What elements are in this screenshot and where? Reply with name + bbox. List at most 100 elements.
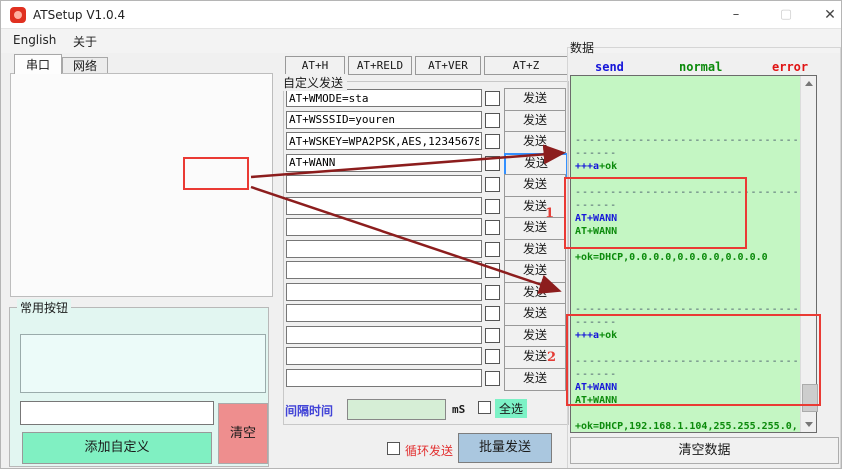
loop-send-checkbox[interactable] (387, 442, 400, 455)
log-line (575, 277, 800, 290)
scroll-down-icon[interactable] (801, 417, 817, 432)
select-all-checkbox[interactable] (478, 401, 491, 414)
command-input[interactable] (286, 197, 482, 215)
data-log-area[interactable]: --------------------------------------++… (570, 75, 817, 433)
command-input[interactable] (286, 240, 482, 258)
log-line (575, 108, 800, 121)
custom-send-row: 发送 (284, 154, 569, 175)
log-scrollbar[interactable] (800, 76, 816, 432)
send-button[interactable]: 发送 (504, 282, 566, 305)
tab-network[interactable]: 网络 (62, 57, 108, 74)
app-window: ATSetup V1.0.4 – ▢ ✕ English 关于 串口 网络 串口… (0, 0, 842, 469)
scroll-up-icon[interactable] (801, 76, 817, 91)
command-input[interactable] (286, 304, 482, 322)
custom-send-title: 自定义发送 (283, 74, 347, 91)
row-checkbox[interactable] (485, 328, 500, 343)
loop-send-label: 循环发送 (405, 442, 453, 459)
command-input[interactable] (286, 326, 482, 344)
clear-button[interactable]: 清空 (218, 403, 268, 464)
send-button[interactable]: 发送 (504, 260, 566, 283)
log-line: +ok=DHCP,0.0.0.0,0.0.0.0,0.0.0.0 (575, 251, 800, 264)
command-input[interactable] (286, 369, 482, 387)
row-checkbox[interactable] (485, 285, 500, 300)
command-input[interactable] (286, 175, 482, 193)
row-checkbox[interactable] (485, 134, 500, 149)
log-line: +++a+ok (575, 160, 800, 173)
data-log-text: --------------------------------------++… (575, 95, 800, 433)
close-button[interactable]: ✕ (808, 1, 842, 29)
custom-send-row: 发送 (284, 326, 569, 347)
log-line (575, 290, 800, 303)
custom-send-row: 发送 (284, 261, 569, 282)
send-button[interactable]: 发送 (504, 88, 566, 111)
row-checkbox[interactable] (485, 349, 500, 364)
command-input[interactable] (286, 89, 482, 107)
serial-tab-page (10, 73, 273, 297)
send-button[interactable]: 发送 (504, 110, 566, 133)
custom-send-row: 发送 (284, 369, 569, 390)
custom-send-row: 发送 (284, 283, 569, 304)
command-input[interactable] (286, 347, 482, 365)
log-line: +ok=DHCP,192.168.1.104,255.255.255.0,192… (575, 420, 800, 433)
send-button[interactable]: 发送 (504, 325, 566, 348)
common-buttons-list[interactable] (20, 334, 266, 393)
log-line: AT+WANN (575, 394, 800, 407)
row-checkbox[interactable] (485, 156, 500, 171)
row-checkbox[interactable] (485, 113, 500, 128)
minimize-button[interactable]: – (714, 1, 758, 29)
custom-send-row: 发送 (284, 304, 569, 325)
send-button[interactable]: 发送 (504, 217, 566, 240)
interval-input[interactable] (347, 399, 446, 420)
legend-normal: normal (679, 60, 722, 74)
menu-item-english[interactable]: English (13, 33, 56, 47)
row-checkbox[interactable] (485, 177, 500, 192)
batch-send-button[interactable]: 批量发送 (458, 433, 552, 463)
command-input[interactable] (286, 283, 482, 301)
send-button[interactable]: 发送 (504, 303, 566, 326)
custom-send-row: 发送 (284, 132, 569, 153)
row-checkbox[interactable] (485, 242, 500, 257)
custom-send-row: 发送 (284, 240, 569, 261)
menu-item-about[interactable]: 关于 (73, 33, 97, 50)
clear-data-button[interactable]: 清空数据 (570, 437, 839, 464)
command-input[interactable] (286, 154, 482, 172)
log-line: AT+WANN (575, 381, 800, 394)
legend-error: error (772, 60, 808, 74)
log-line (575, 173, 800, 186)
send-button[interactable]: 发送 (504, 174, 566, 197)
command-input[interactable] (286, 111, 482, 129)
select-all-label: 全选 (495, 399, 527, 418)
command-input[interactable] (286, 218, 482, 236)
log-line (575, 264, 800, 277)
row-checkbox[interactable] (485, 220, 500, 235)
command-input[interactable] (286, 261, 482, 279)
send-button[interactable]: 发送 (504, 196, 566, 219)
log-line (575, 95, 800, 108)
custom-send-row: 发送 (284, 197, 569, 218)
interval-label: 间隔时间 (285, 402, 333, 419)
row-checkbox[interactable] (485, 263, 500, 278)
data-panel-title: 数据 (570, 39, 594, 56)
command-input[interactable] (286, 132, 482, 150)
tab-serial[interactable]: 串口 (14, 54, 62, 74)
send-button[interactable]: 发送 (504, 368, 566, 391)
common-buttons-title: 常用按钮 (17, 299, 71, 316)
log-line: +++a+ok (575, 329, 800, 342)
scrollbar-thumb[interactable] (802, 384, 818, 412)
window-title: ATSetup V1.0.4 (33, 8, 125, 22)
new-button-input[interactable] (20, 401, 214, 425)
row-checkbox[interactable] (485, 91, 500, 106)
send-button[interactable]: 发送 (504, 131, 566, 154)
send-button[interactable]: 发送 (504, 346, 566, 369)
legend-send: send (595, 60, 624, 74)
custom-send-row: 发送 (284, 89, 569, 110)
send-button[interactable]: 发送 (504, 239, 566, 262)
log-line: -------------------------------------- (575, 134, 800, 160)
log-line (575, 121, 800, 134)
add-custom-button[interactable]: 添加自定义 (22, 432, 212, 464)
row-checkbox[interactable] (485, 306, 500, 321)
row-checkbox[interactable] (485, 371, 500, 386)
log-line (575, 238, 800, 251)
row-checkbox[interactable] (485, 199, 500, 214)
ms-unit-label: mS (452, 403, 465, 416)
